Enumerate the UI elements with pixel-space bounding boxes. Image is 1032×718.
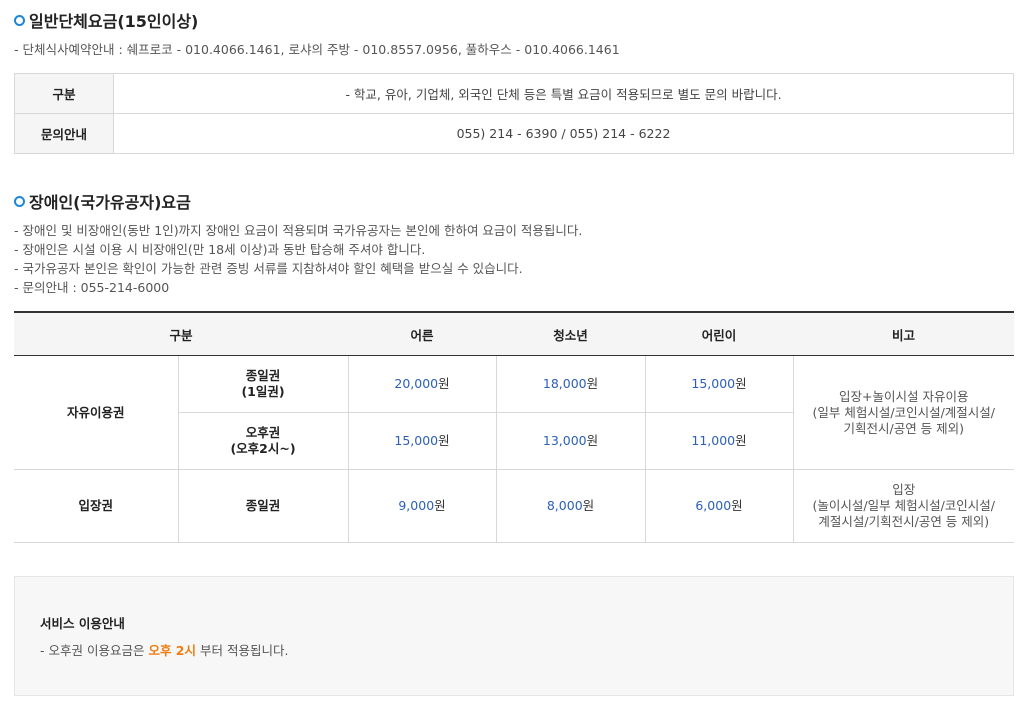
- header-category: 구분: [14, 311, 350, 356]
- table-row: 입장권 종일권 9,000원 8,000원 6,000원 입장 (놀이시설/일부…: [14, 469, 1015, 543]
- admission-label: 입장권: [14, 469, 179, 543]
- group-rate-title: 일반단체요금(15인이상): [14, 8, 198, 32]
- service-highlight: 오후 2시: [148, 643, 196, 658]
- disabled-contact-line: - 문의안내 : 055-214-6000: [14, 280, 170, 295]
- disabled-info-line: - 장애인 및 비장애인(동반 1인)까지 장애인 요금이 적용되며 국가유공자…: [14, 223, 583, 238]
- service-info-title: 서비스 이용안내: [40, 616, 125, 631]
- group-rate-table: 구분 - 학교, 유아, 기업체, 외국인 단체 등은 특별 요금이 적용되므로…: [14, 73, 1014, 154]
- disabled-rate-title-text: 장애인(국가유공자)요금: [29, 193, 191, 212]
- price-cell: 8,000원: [496, 469, 646, 543]
- disabled-price-table: 구분 어른 청소년 어린이 비고 자유이용권 종일권 (1일권) 20,000원 …: [14, 311, 1015, 543]
- price-cell: 20,000원: [348, 355, 497, 413]
- service-info-text: - 오후권 이용요금은 오후 2시 부터 적용됩니다.: [40, 643, 289, 658]
- group-rate-title-text: 일반단체요금(15인이상): [29, 12, 199, 31]
- row-header: 구분: [14, 73, 114, 114]
- group-reservation-info: - 단체식사예약안내 : 쉐프로코 - 010.4066.1461, 로샤의 주…: [14, 42, 620, 57]
- row-header: 문의안내: [14, 113, 114, 154]
- table-row: 구분 - 학교, 유아, 기업체, 외국인 단체 등은 특별 요금이 적용되므로…: [14, 73, 1014, 114]
- disabled-info-line: - 국가유공자 본인은 확인이 가능한 관련 증빙 서류를 지참하셔야 할인 혜…: [14, 261, 523, 276]
- header-child: 어린이: [645, 311, 795, 356]
- free-use-note: 입장+놀이시설 자유이용 (일부 체험시설/코인시설/계절시설/ 기획전시/공연…: [793, 355, 1015, 470]
- disabled-rate-title: 장애인(국가유공자)요금: [14, 189, 191, 213]
- ticket-type: 종일권: [178, 469, 349, 543]
- header-note: 비고: [793, 311, 1015, 356]
- price-cell: 15,000원: [348, 412, 497, 470]
- row-value: - 학교, 유아, 기업체, 외국인 단체 등은 특별 요금이 적용되므로 별도…: [113, 73, 1014, 114]
- ticket-type: 오후권 (오후2시~): [178, 412, 349, 470]
- circle-bullet-icon: [14, 195, 25, 207]
- table-row: 문의안내 055) 214 - 6390 / 055) 214 - 6222: [14, 113, 1014, 154]
- header-adult: 어른: [348, 311, 498, 356]
- price-cell: 9,000원: [348, 469, 497, 543]
- price-cell: 6,000원: [645, 469, 794, 543]
- price-cell: 15,000원: [645, 355, 794, 413]
- price-cell: 11,000원: [645, 412, 794, 470]
- circle-bullet-icon: [14, 14, 25, 26]
- row-value: 055) 214 - 6390 / 055) 214 - 6222: [113, 113, 1014, 154]
- ticket-type: 종일권 (1일권): [178, 355, 349, 413]
- header-youth: 청소년: [496, 311, 647, 356]
- price-cell: 18,000원: [496, 355, 646, 413]
- service-info-box: 서비스 이용안내 - 오후권 이용요금은 오후 2시 부터 적용됩니다.: [14, 576, 1014, 696]
- disabled-info-line: - 장애인은 시설 이용 시 비장애인(만 18세 이상)과 동반 탑승해 주셔…: [14, 242, 426, 257]
- price-cell: 13,000원: [496, 412, 646, 470]
- table-header-row: 구분 어른 청소년 어린이 비고: [14, 311, 1015, 356]
- admission-note: 입장 (놀이시설/일부 체험시설/코인시설/ 계절시설/기획전시/공연 등 제외…: [793, 469, 1015, 543]
- table-row: 자유이용권 종일권 (1일권) 20,000원 18,000원 15,000원 입…: [14, 355, 1015, 470]
- free-use-label: 자유이용권: [14, 355, 179, 470]
